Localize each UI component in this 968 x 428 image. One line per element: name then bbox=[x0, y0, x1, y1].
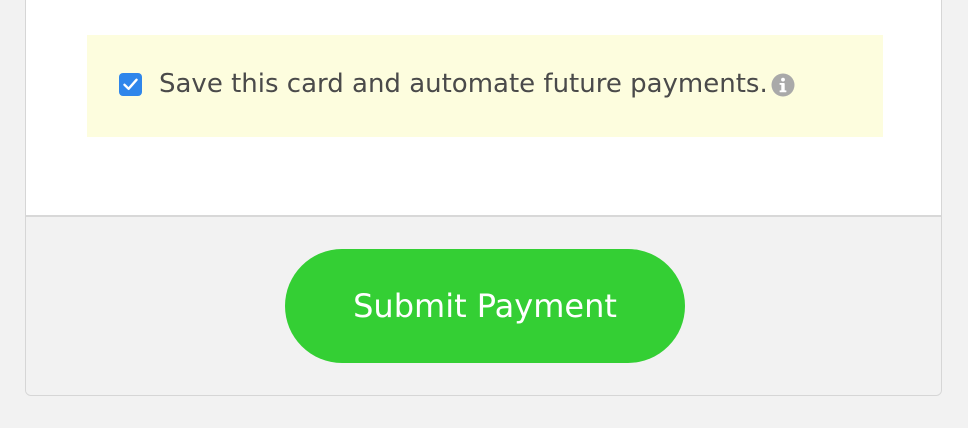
card-footer: Submit Payment bbox=[26, 217, 941, 395]
save-card-checkbox[interactable] bbox=[119, 73, 142, 96]
card-body: Save this card and automate future payme… bbox=[26, 0, 941, 217]
payment-card: Save this card and automate future payme… bbox=[25, 0, 942, 396]
save-card-option: Save this card and automate future payme… bbox=[87, 35, 883, 137]
checkmark-icon bbox=[123, 78, 138, 90]
submit-payment-button[interactable]: Submit Payment bbox=[285, 249, 685, 363]
save-card-label[interactable]: Save this card and automate future payme… bbox=[159, 67, 768, 101]
info-icon[interactable] bbox=[771, 73, 795, 97]
